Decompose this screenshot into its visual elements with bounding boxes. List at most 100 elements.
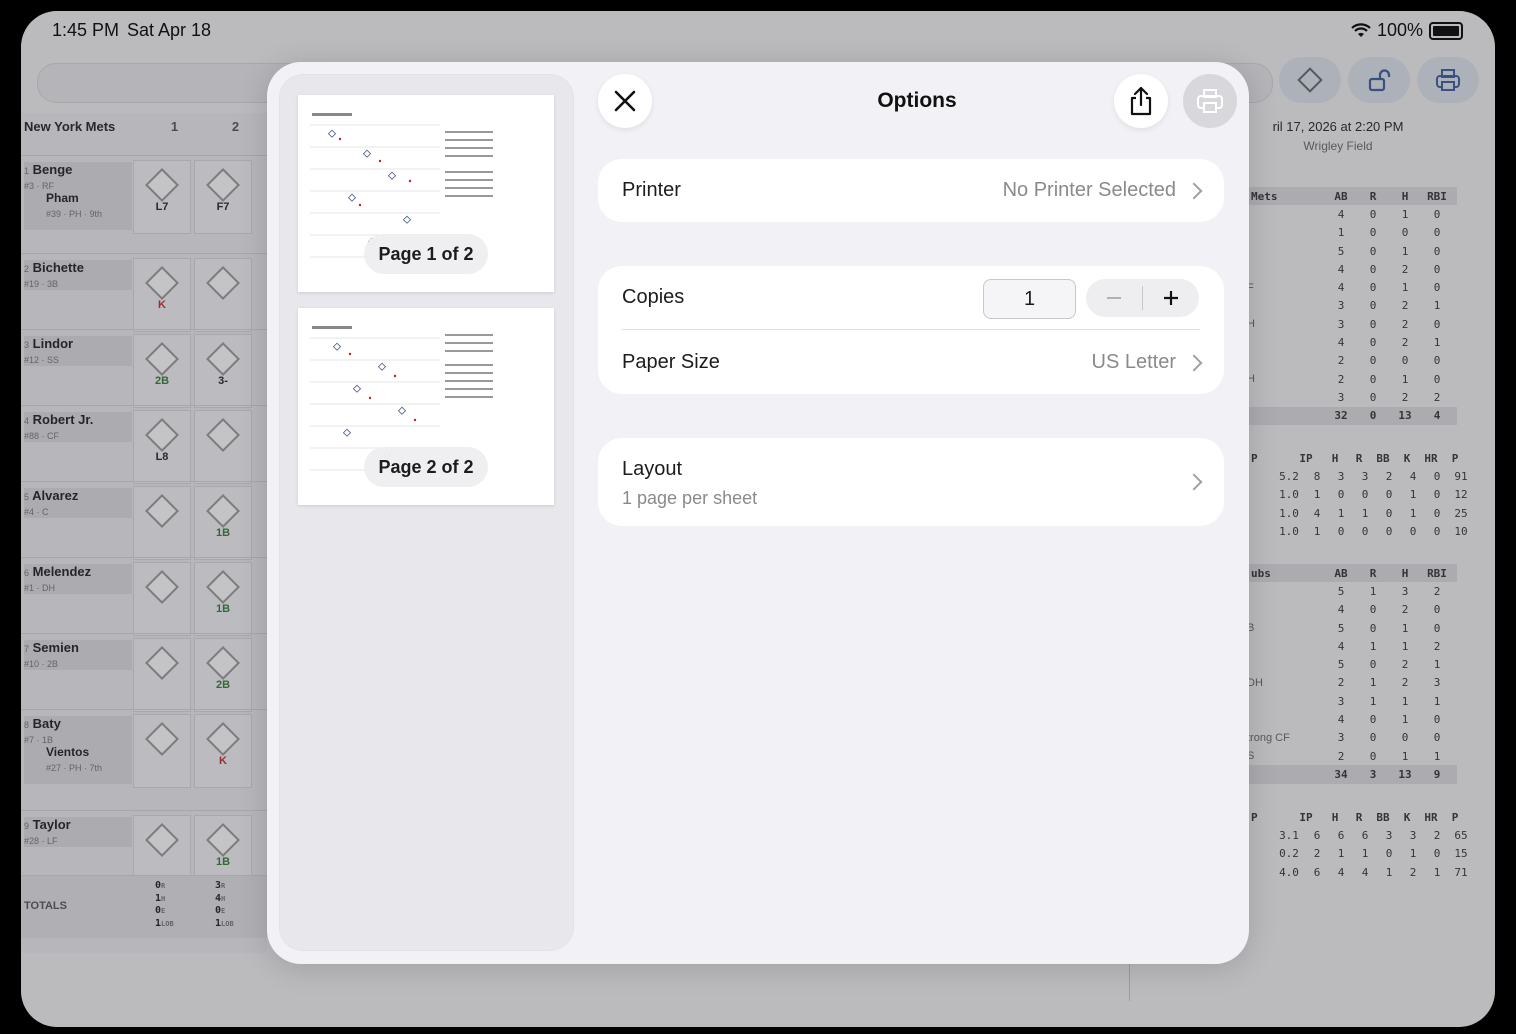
at-bat-cell[interactable]: K: [194, 714, 252, 788]
share-button[interactable]: [1114, 74, 1168, 128]
divider-line: [1129, 961, 1130, 1001]
copies-paper-card: Copies 1 Paper Size US Letter: [598, 266, 1224, 394]
lineup-row[interactable]: 4 Robert Jr. #88 · CF L8: [21, 405, 267, 484]
batting-order: 6: [24, 568, 30, 578]
box-row: 4010: [1337, 207, 1441, 221]
print-toolbar-button[interactable]: [1417, 57, 1479, 103]
at-bat-result: K: [158, 299, 166, 311]
player-name: Semien: [32, 640, 79, 655]
box-row: 3021: [1337, 299, 1441, 313]
print-icon: [1436, 69, 1460, 91]
at-bat-cell[interactable]: 2B: [133, 334, 191, 408]
player-info: #88 · CF: [24, 431, 60, 441]
player-info: #12 · SS: [24, 355, 60, 365]
batting-order: 9: [24, 821, 30, 831]
box-total: 32 0 13 4: [1247, 406, 1457, 425]
lineup-row[interactable]: 6 Melendez #1 · DH 1B: [21, 557, 267, 636]
box-row: S2011: [1247, 749, 1441, 763]
diamond-icon: [145, 570, 179, 604]
diamond-button[interactable]: [1279, 57, 1341, 103]
player-name: Robert Jr.: [32, 412, 94, 427]
box-row: 3111: [1337, 694, 1441, 708]
at-bat-cell[interactable]: K: [133, 258, 191, 332]
totals-label: TOTALS: [24, 900, 67, 912]
at-bat-cell[interactable]: [133, 562, 191, 636]
game-date: ril 17, 2026 at 2:20 PM: [1272, 119, 1404, 134]
print-options-modal: Page 1 of 2 Page 2 of 2 Options Printer …: [267, 62, 1249, 964]
player-name: Melendez: [32, 564, 92, 579]
diamond-icon: [206, 418, 240, 452]
total-stat: 4H: [215, 892, 226, 904]
at-bat-cell[interactable]: [194, 258, 252, 332]
increment-button[interactable]: [1143, 279, 1199, 317]
at-bat-result: 3-: [218, 375, 228, 387]
at-bat-cell[interactable]: [133, 714, 191, 788]
minus-icon: [1107, 297, 1121, 299]
diamond-icon: [206, 646, 240, 680]
status-time: 1:45 PM: [52, 20, 120, 40]
diamond-icon: [145, 418, 179, 452]
at-bat-result: L8: [155, 451, 169, 463]
substitute-block: Pham #39 · PH · 9th: [24, 190, 132, 230]
decrement-button[interactable]: [1086, 279, 1142, 317]
layout-row[interactable]: Layout 1 page per sheet: [598, 438, 1224, 526]
page-preview-panel: Page 1 of 2 Page 2 of 2: [279, 74, 574, 951]
at-bat-cell[interactable]: L8: [133, 410, 191, 484]
player-info: #28 · LF: [24, 836, 58, 846]
lineup-row[interactable]: 7 Semien #10 · 2B 2B: [21, 633, 267, 712]
at-bat-cell[interactable]: 3-: [194, 334, 252, 408]
box-row: 4112: [1337, 639, 1441, 653]
paper-size-row[interactable]: Paper Size US Letter: [598, 330, 1224, 394]
print-button[interactable]: [1183, 74, 1237, 128]
lineup-row[interactable]: 1 Benge #3 · RF Pham #39 · PH · 9th L7 F7: [21, 155, 267, 254]
copies-field[interactable]: 1: [983, 279, 1076, 319]
diamond-icon: [206, 823, 240, 857]
lineup-row[interactable]: 2 Bichette #19 · 3B K: [21, 253, 267, 332]
batting-order: 7: [24, 644, 30, 654]
diamond-icon: [145, 266, 179, 300]
at-bat-cell[interactable]: [133, 486, 191, 560]
chevron-right-icon: [1185, 473, 1203, 491]
at-bat-cell[interactable]: [194, 410, 252, 484]
print-icon: [1197, 89, 1223, 113]
player-name-block: 5 Alvarez #4 · C: [24, 488, 132, 518]
player-name: Bichette: [32, 260, 84, 275]
box-header: Mets AB R H RBI: [1247, 187, 1457, 206]
inning-2: 2: [231, 118, 240, 134]
pitching-row: 1.0 1 0 0 0 0 0 10: [1279, 524, 1468, 538]
box-row: B5010: [1247, 621, 1441, 635]
totals-row: TOTALS 0R 1H 0E 1LOB 3R 4H 0E 1LOB: [21, 875, 267, 938]
total-stat: 0R: [155, 880, 166, 891]
page-preview-2[interactable]: Page 2 of 2: [298, 308, 554, 505]
box-row: 3022: [1337, 390, 1441, 404]
page-preview-1[interactable]: Page 1 of 2: [298, 95, 554, 292]
diamond-icon: [145, 823, 179, 857]
substitute-info: #39 · PH · 9th: [46, 209, 103, 219]
total-stat: 1LOB: [155, 917, 174, 929]
pitching-row: 1.0 1 0 0 0 1 0 12: [1279, 488, 1468, 502]
lineup-row[interactable]: 3 Lindor #12 · SS 2B 3-: [21, 329, 267, 408]
close-button[interactable]: [598, 74, 652, 128]
lock-button[interactable]: [1348, 57, 1410, 103]
batting-order: 5: [24, 492, 30, 502]
pitching-row: 1.0 4 1 1 0 1 0 25: [1279, 506, 1468, 520]
substitute-name: Pham: [46, 191, 79, 205]
box-row: 5132: [1337, 584, 1441, 598]
lineup-row[interactable]: 5 Alvarez #4 · C 1B: [21, 481, 267, 560]
team-name: New York Mets: [24, 118, 116, 134]
at-bat-cell[interactable]: 1B: [194, 562, 252, 636]
at-bat-cell[interactable]: [133, 638, 191, 712]
at-bat-cell[interactable]: 2B: [194, 638, 252, 712]
printer-row[interactable]: Printer No Printer Selected: [598, 159, 1224, 222]
lineup-row[interactable]: 8 Baty #7 · 1B Vientos #27 · PH · 7th K: [21, 709, 267, 811]
diamond-icon: [145, 646, 179, 680]
box-row: H2010: [1247, 372, 1441, 386]
player-name-block: 7 Semien #10 · 2B: [24, 640, 132, 670]
at-bat-cell[interactable]: 1B: [194, 486, 252, 560]
at-bat-cell[interactable]: L7: [133, 160, 191, 234]
inning-totals: 3R 4H 0E 1LOB: [215, 880, 234, 930]
total-stat: 1H: [155, 892, 166, 904]
at-bat-cell[interactable]: F7: [194, 160, 252, 234]
diamond-icon: [145, 722, 179, 756]
box-row: DH 2 1 2 3: [1247, 676, 1441, 690]
